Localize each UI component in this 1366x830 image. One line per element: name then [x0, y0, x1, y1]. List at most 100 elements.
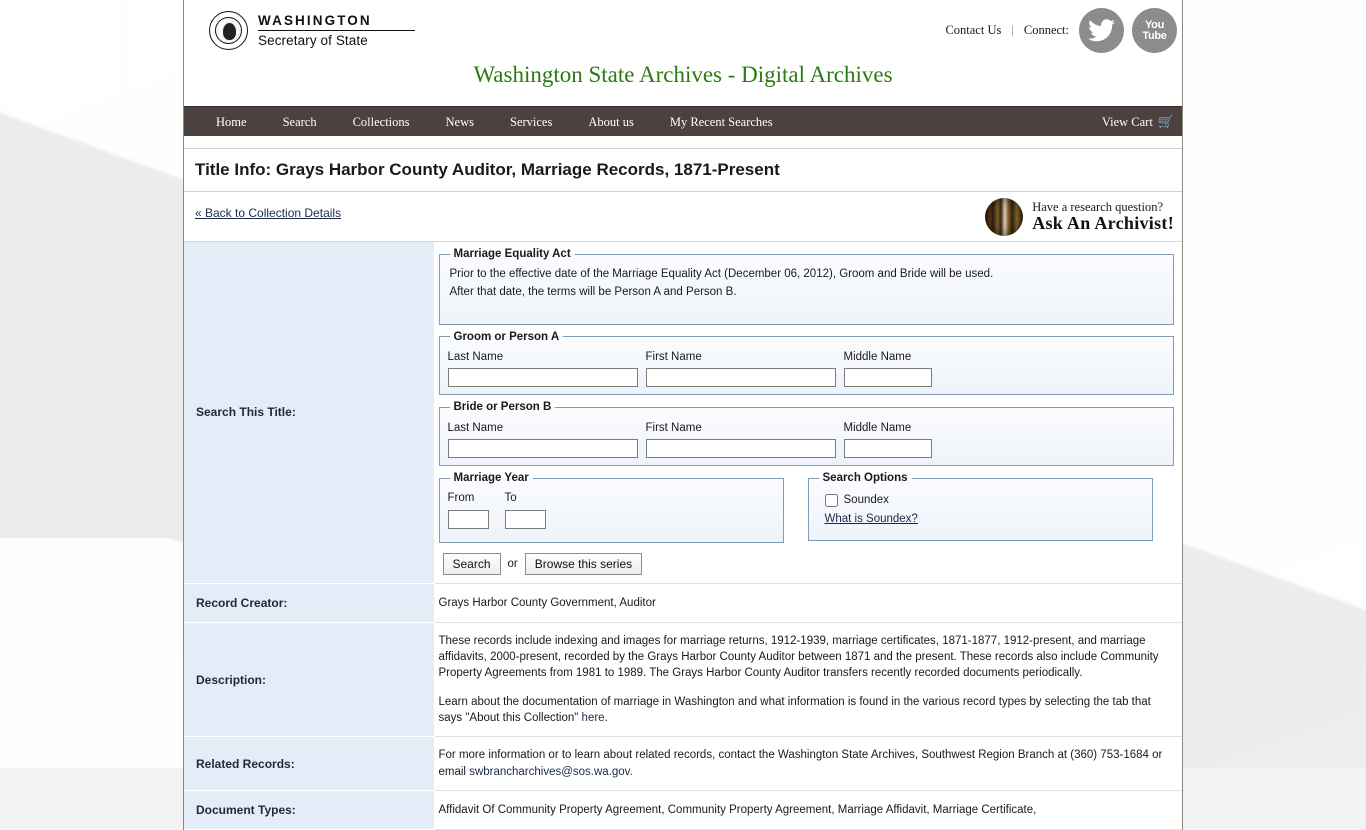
bride-middle-name-label: Middle Name: [843, 421, 912, 434]
description-paragraph-1: These records include indexing and image…: [438, 634, 1159, 680]
groom-middle-name-label: Middle Name: [843, 351, 912, 364]
description-p2-after: .: [604, 712, 608, 725]
related-records-label: Related Records:: [184, 736, 435, 792]
groom-last-name-label: Last Name: [447, 351, 504, 364]
connect-bar: Contact Us | Connect: You Tube: [945, 8, 1177, 53]
table-row-document-types: Document Types: Affidavit Of Community P…: [184, 790, 1182, 830]
marriage-year-from-input[interactable]: [447, 509, 489, 529]
marriage-year-row: From To: [447, 488, 775, 534]
connect-separator: |: [1011, 23, 1014, 37]
nav-item-home[interactable]: Home: [198, 107, 265, 137]
table-row-description: Description: These records include index…: [184, 622, 1182, 738]
related-records-value: For more information or to learn about r…: [434, 736, 1182, 792]
site-header: WASHINGTON Secretary of State Contact Us…: [184, 0, 1182, 106]
groom-last-name-input[interactable]: [447, 368, 638, 388]
page-content: Title Info: Grays Harbor County Auditor,…: [184, 148, 1182, 830]
site-title: Washington State Archives - Digital Arch…: [473, 62, 893, 87]
bride-fieldset: Bride or Person B Last Name First Name M…: [438, 399, 1174, 467]
groom-first-name-label: First Name: [645, 351, 702, 364]
contact-us-link[interactable]: Contact Us: [945, 23, 1001, 38]
marriage-year-legend: Marriage Year: [453, 472, 529, 485]
description-label: Description:: [184, 622, 435, 738]
brand-logo[interactable]: WASHINGTON Secretary of State: [209, 11, 415, 50]
about-this-collection-link[interactable]: here: [582, 712, 605, 724]
browse-this-series-button[interactable]: Browse this series: [524, 552, 643, 575]
description-value: These records include indexing and image…: [434, 622, 1182, 738]
groom-first-name-input[interactable]: [645, 368, 836, 388]
what-is-soundex-link[interactable]: What is Soundex?: [825, 511, 918, 527]
shopping-cart-icon: 🛒: [1157, 114, 1174, 129]
brand-bottom-label: Secretary of State: [258, 33, 368, 48]
nav-item-services[interactable]: Services: [492, 107, 570, 137]
marriage-year-to-field: To: [504, 490, 546, 529]
groom-last-name-field: Last Name: [447, 349, 638, 388]
soundex-option-row: Soundex: [817, 488, 1144, 508]
marriage-year-from-field: From: [447, 490, 489, 529]
search-options-fieldset: Search Options Soundex What is Soundex?: [807, 470, 1153, 542]
bride-middle-name-input[interactable]: [843, 439, 932, 459]
marriage-year-to-input[interactable]: [504, 509, 546, 529]
bride-first-name-label: First Name: [645, 421, 702, 434]
marriage-year-to-label: To: [504, 492, 517, 505]
twitter-bird-icon[interactable]: [1079, 8, 1124, 53]
bride-first-name-input[interactable]: [645, 439, 836, 459]
nav-item-news[interactable]: News: [428, 107, 492, 137]
youtube-wordmark: You Tube: [1142, 20, 1167, 42]
search-panel: Marriage Equality Act Prior to the effec…: [434, 242, 1182, 584]
view-cart-button[interactable]: View Cart 🛒: [1102, 107, 1174, 137]
nav-item-collections[interactable]: Collections: [335, 107, 428, 137]
marriage-equality-text: Prior to the effective date of the Marri…: [448, 264, 1166, 317]
ask-headline: Ask An Archivist!: [1032, 213, 1174, 234]
search-button-row: Search or Browse this series: [439, 547, 1175, 577]
connect-label: Connect:: [1023, 23, 1069, 37]
search-this-title-label: Search This Title:: [184, 242, 435, 584]
ask-an-archivist-text: Have a research question? Ask An Archivi…: [1032, 200, 1174, 234]
record-creator-value: Grays Harbor County Government, Auditor: [434, 583, 1182, 623]
sub-header-bar: « Back to Collection Details Have a rese…: [184, 192, 1182, 242]
bride-last-name-input[interactable]: [447, 439, 638, 459]
state-seal-icon: [209, 11, 248, 50]
soundex-checkbox[interactable]: [824, 494, 838, 508]
description-p2-before: Learn about the documentation of marriag…: [438, 695, 1151, 725]
nav-item-my-recent-searches[interactable]: My Recent Searches: [652, 107, 791, 137]
record-creator-label: Record Creator:: [184, 583, 435, 623]
document-types-value: Affidavit Of Community Property Agreemen…: [434, 790, 1182, 830]
document-types-label: Document Types:: [184, 790, 435, 830]
groom-middle-name-field: Middle Name: [843, 349, 932, 388]
marriage-year-from-label: From: [447, 492, 475, 505]
bride-first-name-field: First Name: [645, 420, 836, 459]
groom-middle-name-input[interactable]: [843, 368, 932, 388]
lower-search-row: Marriage Year From To Search Options Sou…: [438, 470, 1175, 547]
title-info-table: Search This Title: Marriage Equality Act…: [184, 242, 1182, 830]
description-paragraph-2: Learn about the documentation of marriag…: [439, 694, 1171, 727]
marriage-equality-fieldset: Marriage Equality Act Prior to the effec…: [438, 246, 1174, 325]
brand-text: WASHINGTON Secretary of State: [258, 13, 415, 48]
groom-first-name-field: First Name: [645, 349, 836, 388]
ask-an-archivist-banner[interactable]: Have a research question? Ask An Archivi…: [985, 198, 1174, 236]
bride-last-name-label: Last Name: [447, 421, 504, 434]
bride-last-name-field: Last Name: [447, 420, 638, 459]
groom-fieldset: Groom or Person A Last Name First Name M…: [438, 328, 1174, 396]
marriage-year-fieldset: Marriage Year From To: [438, 470, 784, 543]
page-container: WASHINGTON Secretary of State Contact Us…: [183, 0, 1183, 830]
nav-item-search[interactable]: Search: [265, 107, 335, 137]
bride-middle-name-field: Middle Name: [843, 420, 932, 459]
bride-name-row: Last Name First Name Middle Name: [447, 418, 1166, 459]
marriage-equality-line-1: Prior to the effective date of the Marri…: [449, 268, 994, 281]
page-title: Title Info: Grays Harbor County Auditor,…: [195, 160, 780, 179]
book-stack-icon: [985, 198, 1024, 236]
youtube-icon[interactable]: You Tube: [1132, 8, 1177, 53]
table-row-record-creator: Record Creator: Grays Harbor County Gove…: [184, 583, 1182, 623]
table-row-search: Search This Title: Marriage Equality Act…: [184, 242, 1182, 584]
view-cart-label: View Cart: [1101, 115, 1153, 129]
table-row-related-records: Related Records: For more information or…: [184, 736, 1182, 792]
groom-legend: Groom or Person A: [453, 330, 560, 343]
back-to-collection-details-link[interactable]: « Back to Collection Details: [195, 206, 341, 220]
or-label: or: [507, 557, 518, 570]
marriage-equality-legend: Marriage Equality Act: [453, 248, 571, 260]
search-options-legend: Search Options: [822, 472, 908, 485]
groom-name-row: Last Name First Name Middle Name: [447, 347, 1166, 388]
marriage-equality-line-2: After that date, the terms will be Perso…: [449, 285, 737, 298]
nav-item-about-us[interactable]: About us: [570, 107, 652, 137]
search-button[interactable]: Search: [442, 552, 501, 575]
